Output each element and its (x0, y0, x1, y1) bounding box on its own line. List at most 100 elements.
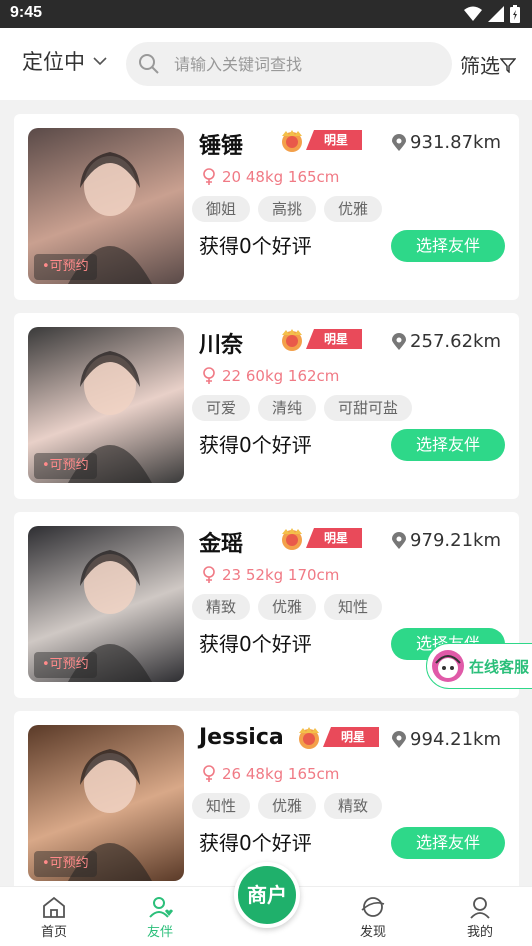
choose-companion-button[interactable]: 选择友伴 (391, 429, 505, 461)
tag: 知性 (192, 793, 251, 819)
companion-name: 川奈 (199, 333, 244, 358)
companion-stats: 20 48kg 165cm (222, 168, 340, 186)
companion-photo[interactable]: •可预约 (28, 327, 184, 483)
location-label: 定位中 (22, 50, 85, 74)
tag: 精致 (192, 594, 251, 620)
crown-icon (282, 130, 302, 152)
status-time: 9:45 (10, 4, 43, 21)
tab-discover[interactable]: 发现 (343, 895, 403, 940)
filter-label: 筛选 (460, 54, 500, 78)
wifi-icon (464, 6, 482, 21)
distance: 994.21km (392, 729, 501, 750)
review-count: 获得0个好评 (199, 234, 312, 258)
available-badge: •可预约 (34, 254, 97, 280)
tag: 御姐 (192, 196, 251, 222)
tab-home-label: 首页 (40, 925, 67, 940)
tag: 优雅 (258, 793, 317, 819)
choose-companion-button[interactable]: 选择友伴 (391, 230, 505, 262)
star-badge: 明星 (323, 727, 380, 747)
tag: 知性 (324, 594, 383, 620)
female-icon (203, 367, 215, 384)
tag: 可爱 (192, 395, 251, 421)
location-selector[interactable]: 定位中 (22, 46, 107, 76)
location-pin-icon (392, 531, 407, 549)
available-badge: •可预约 (34, 851, 97, 877)
tab-discover-label: 发现 (359, 925, 386, 940)
filter-icon (500, 57, 516, 73)
companion-stats: 22 60kg 162cm (222, 367, 340, 385)
location-pin-icon (392, 730, 407, 748)
companion-card[interactable]: •可预约 锤锤 明星 931.87km 20 48kg 165cm 御姐 高挑 优雅… (14, 114, 519, 300)
tag-list: 可爱 清纯 可甜可盐 (192, 395, 413, 421)
status-icons (464, 5, 520, 23)
crown-icon (282, 329, 302, 351)
tab-companion-label: 友伴 (146, 925, 173, 940)
crown-icon (299, 727, 319, 749)
review-count: 获得0个好评 (199, 632, 312, 656)
tag-list: 知性 优雅 精致 (192, 793, 383, 819)
star-badge: 明星 (306, 130, 363, 150)
companion-photo[interactable]: •可预约 (28, 725, 184, 881)
tag: 清纯 (258, 395, 317, 421)
online-service-label: 在线客服 (469, 657, 530, 676)
companion-info: 22 60kg 162cm (202, 367, 339, 385)
companion-info: 23 52kg 170cm (202, 566, 339, 584)
star-badge: 明星 (306, 528, 363, 548)
female-icon (203, 168, 215, 185)
companion-photo[interactable]: •可预约 (28, 128, 184, 284)
chevron-down-icon (93, 57, 107, 66)
tag-list: 御姐 高挑 优雅 (192, 196, 383, 222)
distance: 931.87km (392, 132, 501, 153)
companion-name: Jessica (199, 725, 284, 750)
support-avatar-icon (432, 650, 464, 682)
tag: 高挑 (258, 196, 317, 222)
companion-info: 20 48kg 165cm (202, 168, 339, 186)
tag: 优雅 (324, 196, 383, 222)
filter-button[interactable]: 筛选 (460, 50, 516, 79)
battery-icon (510, 5, 520, 23)
review-count: 获得0个好评 (199, 831, 312, 855)
tab-mine[interactable]: 我的 (450, 895, 510, 940)
distance-value: 979.21km (410, 530, 501, 551)
discover-icon (361, 897, 385, 917)
female-icon (203, 566, 215, 583)
merchant-button[interactable]: 商户 (234, 862, 300, 928)
profile-icon (470, 897, 490, 919)
tab-companion[interactable]: 友伴 (130, 895, 190, 940)
available-badge: •可预约 (34, 453, 97, 479)
female-icon (203, 765, 215, 782)
companion-card[interactable]: •可预约 川奈 明星 257.62km 22 60kg 162cm 可爱 清纯 可甜… (14, 313, 519, 499)
distance-value: 931.87km (410, 132, 501, 153)
companion-photo[interactable]: •可预约 (28, 526, 184, 682)
tag: 优雅 (258, 594, 317, 620)
tab-mine-label: 我的 (466, 925, 493, 940)
tab-home[interactable]: 首页 (24, 895, 84, 940)
companion-stats: 23 52kg 170cm (222, 566, 340, 584)
distance: 979.21km (392, 530, 501, 551)
distance: 257.62km (392, 331, 501, 352)
location-pin-icon (392, 133, 407, 151)
home-icon (43, 896, 65, 918)
available-badge: •可预约 (34, 652, 97, 678)
tag: 精致 (324, 793, 383, 819)
distance-value: 994.21km (410, 729, 501, 750)
companion-name: 锤锤 (199, 134, 244, 159)
companion-name: 金瑶 (199, 532, 244, 557)
top-bar: 定位中 筛选 (0, 28, 532, 100)
companion-icon (149, 897, 173, 918)
tag: 可甜可盐 (324, 395, 413, 421)
tag-list: 精致 优雅 知性 (192, 594, 383, 620)
status-bar: 9:45 (0, 0, 532, 28)
crown-icon (282, 528, 302, 550)
search-icon (139, 54, 159, 74)
distance-value: 257.62km (410, 331, 501, 352)
online-service-button[interactable]: 在线客服 (426, 643, 532, 689)
search-bar[interactable] (126, 42, 452, 86)
choose-companion-button[interactable]: 选择友伴 (391, 827, 505, 859)
search-input[interactable] (174, 42, 444, 86)
signal-icon (488, 6, 504, 22)
companion-stats: 26 48kg 165cm (222, 765, 340, 783)
companion-info: 26 48kg 165cm (202, 765, 339, 783)
review-count: 获得0个好评 (199, 433, 312, 457)
star-badge: 明星 (306, 329, 363, 349)
